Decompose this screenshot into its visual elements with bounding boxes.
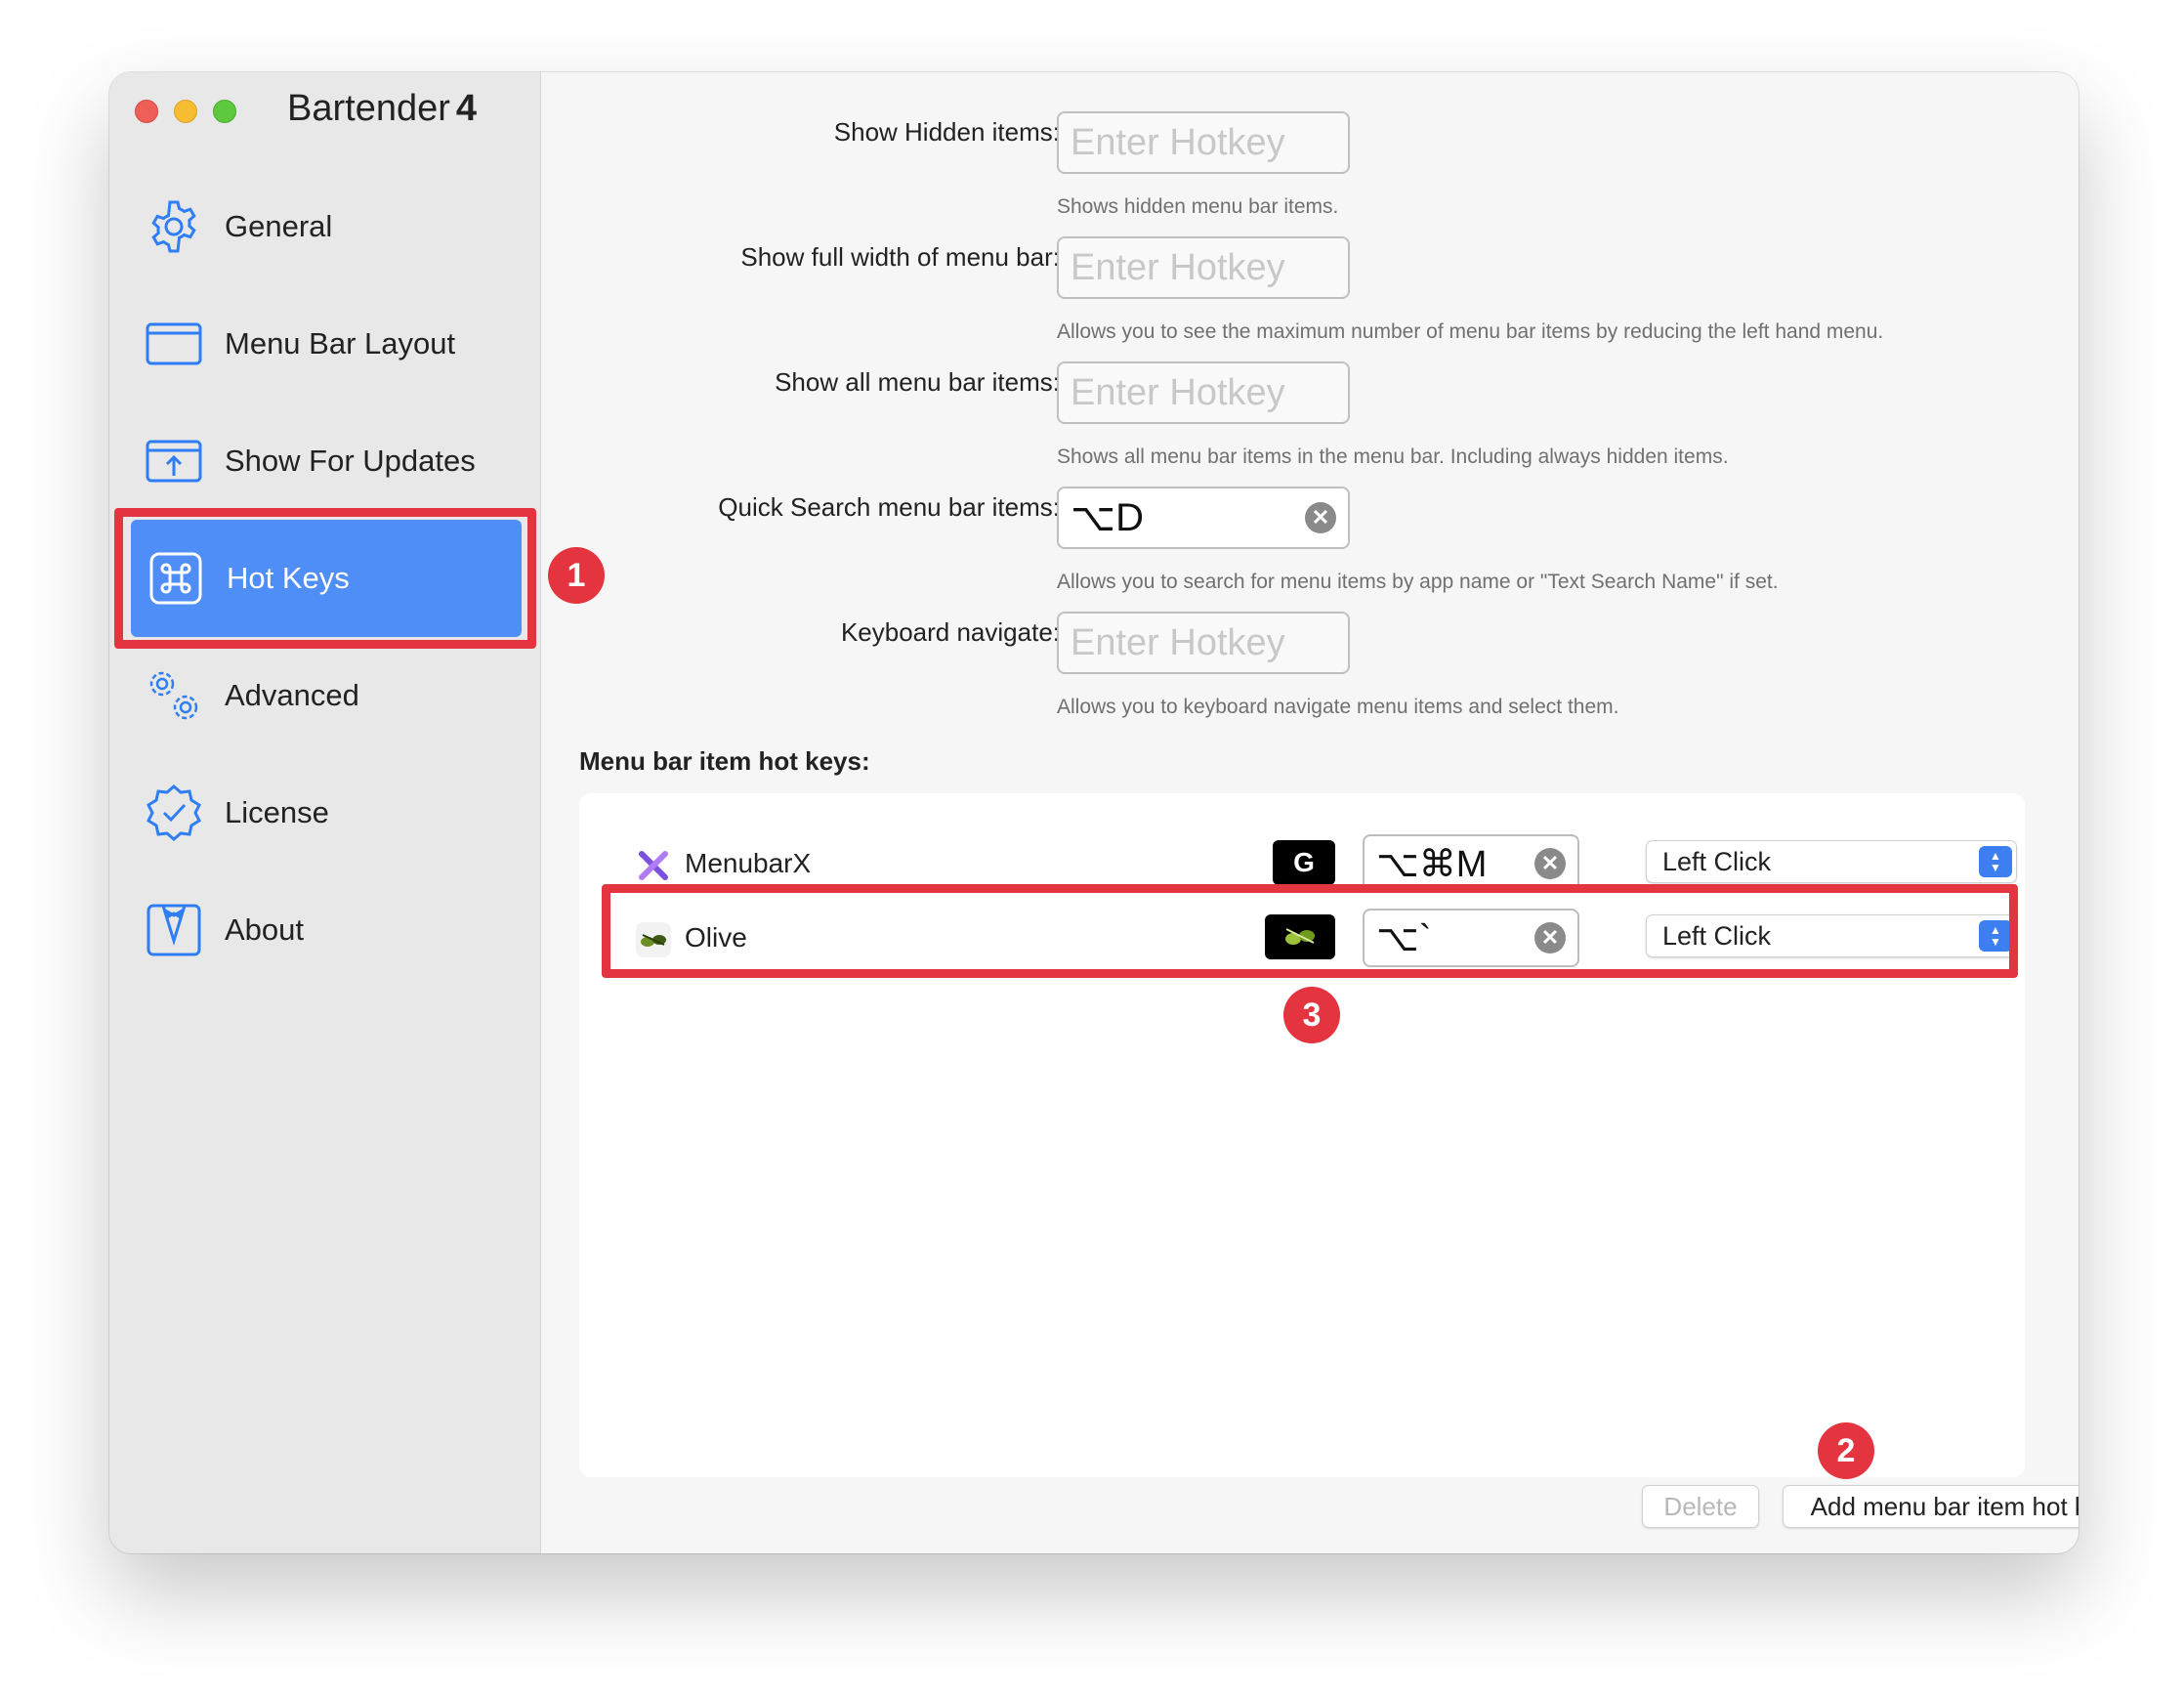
clear-hotkey-icon[interactable]: ✕ [1534,922,1566,954]
show-full-width-hotkey-field[interactable]: Enter Hotkey [1057,236,1350,299]
app-name: MenubarX [685,848,812,878]
app-name: Bartender [287,88,450,129]
sidebar-item-label: Menu Bar Layout [225,326,456,360]
sidebar-item-show-for-updates[interactable]: Show For Updates [129,403,520,520]
hotkey-placeholder: Enter Hotkey [1071,121,1285,163]
sidebar-item-label: Hot Keys [227,561,350,595]
annotation-badge-1: 1 [548,547,605,604]
table-row[interactable]: Olive ⌥` ✕ Left Click ▲ ▼ [599,905,2017,973]
sidebar-item-label: About [225,912,305,947]
chevron-updown-icon: ▲ ▼ [1979,920,2012,952]
show-hidden-hotkey-field[interactable]: Enter Hotkey [1057,111,1350,174]
clear-hotkey-icon[interactable]: ✕ [1534,848,1566,879]
hotkey-value: ⌥D [1071,496,1144,539]
hotkeys-pane: Show Hidden items: Enter Hotkey Shows hi… [542,72,2079,1553]
hotkey-value: ⌥` [1376,917,1432,959]
menubar-item-icon: G [1273,840,1335,885]
keyboard-navigate-hint: Allows you to keyboard navigate menu ite… [1057,696,1619,718]
hotkey-placeholder: Enter Hotkey [1071,621,1285,663]
menubar-item-icon [1265,914,1335,959]
item-hotkey-field[interactable]: ⌥⌘M ✕ [1363,834,1579,893]
delete-button[interactable]: Delete [1642,1485,1759,1528]
hotkey-value: ⌥⌘M [1376,843,1488,885]
annotation-badge-3: 3 [1283,987,1340,1043]
show-full-width-hint: Allows you to see the maximum number of … [1057,320,1884,343]
sidebar-item-hot-keys[interactable]: Hot Keys [131,520,522,637]
add-menu-bar-item-hotkey-button[interactable]: Add menu bar item hot key [1783,1485,2079,1528]
show-hidden-label: Show Hidden items: [833,117,1060,147]
quick-search-label: Quick Search menu bar items: [718,492,1060,522]
clear-hotkey-icon[interactable]: ✕ [1305,502,1336,533]
gear-icon [145,197,203,256]
sidebar-item-label: License [225,795,329,829]
olive-app-icon [634,920,673,959]
annotation-badge-2: 2 [1818,1422,1874,1479]
sidebar-item-label: Advanced [225,678,359,712]
keyboard-navigate-hotkey-field[interactable]: Enter Hotkey [1057,612,1350,674]
sidebar-item-label: Show For Updates [225,444,476,478]
show-all-items-hint: Shows all menu bar items in the menu bar… [1057,445,1729,468]
hotkey-placeholder: Enter Hotkey [1071,371,1285,413]
zoom-window-button[interactable] [213,100,236,123]
item-hotkey-field[interactable]: ⌥` ✕ [1363,909,1579,967]
show-full-width-label: Show full width of menu bar: [740,242,1060,272]
gears-icon [145,666,203,725]
show-hidden-hint: Shows hidden menu bar items. [1057,195,1339,218]
minimize-window-button[interactable] [174,100,197,123]
chevron-updown-icon: ▲ ▼ [1979,846,2012,877]
bartender-settings-window: Bartender 4 General Menu Bar Layout Show … [109,72,2079,1553]
menubarx-app-icon [634,846,673,885]
sidebar-item-about[interactable]: About [129,871,520,989]
quick-search-hotkey-field[interactable]: ⌥D ✕ [1057,487,1350,549]
item-hotkeys-table: MenubarX G ⌥⌘M ✕ Left Click ▲ ▼ Olive ⌥`… [579,793,2025,1477]
sidebar: Bartender 4 General Menu Bar Layout Show … [109,72,541,1553]
command-key-icon [147,549,205,608]
app-name: Olive [685,922,747,953]
select-value: Left Click [1662,920,1772,951]
screenshot-stage: Bartender 4 General Menu Bar Layout Show … [0,0,2184,1696]
verified-badge-icon [145,784,203,842]
sidebar-item-general[interactable]: General [129,168,520,285]
close-window-button[interactable] [135,100,158,123]
click-action-select[interactable]: Left Click ▲ ▼ [1646,914,2017,957]
sidebar-item-label: General [225,209,333,243]
show-all-items-hotkey-field[interactable]: Enter Hotkey [1057,361,1350,424]
table-row[interactable]: MenubarX G ⌥⌘M ✕ Left Click ▲ ▼ [599,830,2017,899]
tuxedo-icon [145,901,203,959]
upload-box-icon [145,432,203,490]
app-title: Bartender 4 [287,88,477,130]
window-icon [145,315,203,373]
app-version: 4 [455,88,478,129]
sidebar-item-menu-bar-layout[interactable]: Menu Bar Layout [129,285,520,403]
show-all-items-label: Show all menu bar items: [775,367,1060,397]
quick-search-hint: Allows you to search for menu items by a… [1057,571,1779,593]
select-value: Left Click [1662,846,1772,876]
sidebar-item-advanced[interactable]: Advanced [129,637,520,754]
keyboard-navigate-label: Keyboard navigate: [840,617,1060,647]
hotkey-placeholder: Enter Hotkey [1071,246,1285,288]
item-hotkeys-title: Menu bar item hot keys: [579,746,870,776]
sidebar-item-license[interactable]: License [129,754,520,871]
click-action-select[interactable]: Left Click ▲ ▼ [1646,840,2017,883]
